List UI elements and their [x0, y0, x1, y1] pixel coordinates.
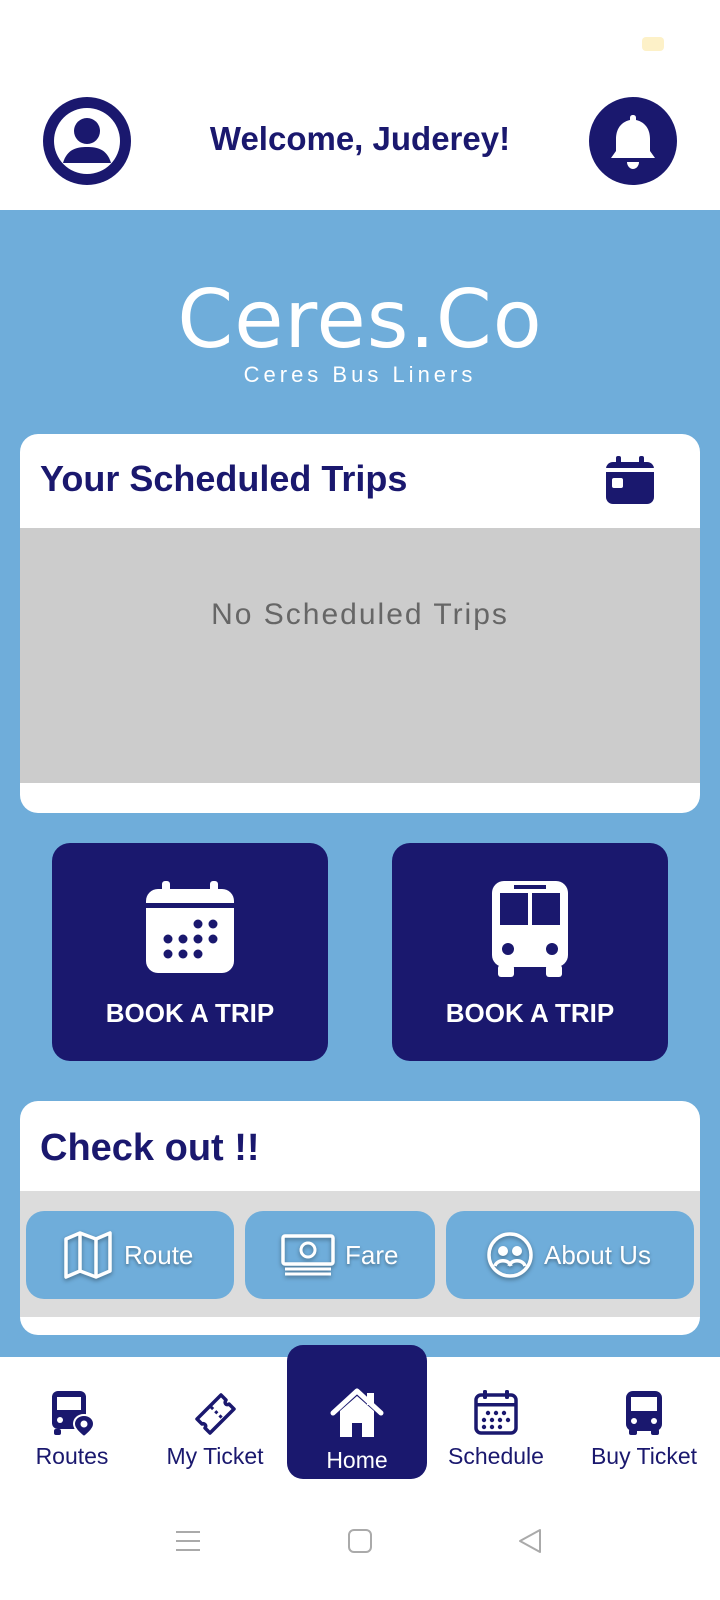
trips-empty-state: No Scheduled Trips — [20, 528, 700, 783]
nav-label-buy-ticket: Buy Ticket — [590, 1443, 698, 1469]
brand-logo: Ceres.Co Ceres Bus Liners — [0, 280, 720, 388]
nav-label-routes: Routes — [35, 1443, 109, 1469]
check-out-card: Check out !! Route Fare About Us — [20, 1101, 700, 1335]
fare-button[interactable]: Fare — [245, 1211, 435, 1299]
profile-button[interactable] — [43, 97, 131, 185]
logo-text: Ceres.Co — [177, 273, 543, 366]
home-icon — [330, 1388, 384, 1437]
scheduled-trips-card: Your Scheduled Trips No Scheduled Trips — [20, 434, 700, 813]
fare-label: Fare — [345, 1239, 399, 1270]
empty-trips-text: No Scheduled Trips — [211, 598, 509, 631]
status-bar — [0, 0, 720, 80]
status-indicator-icon — [642, 37, 664, 51]
map-icon — [64, 1231, 112, 1279]
calendar-icon — [474, 1390, 518, 1435]
book-trip-label: BOOK A TRIP — [445, 998, 615, 1028]
check-out-title: Check out !! — [40, 1127, 260, 1169]
nav-item-my-ticket[interactable]: My Ticket — [150, 1357, 280, 1487]
route-label: Route — [124, 1239, 194, 1270]
system-navigation-bar — [0, 1487, 720, 1600]
book-trip-label: BOOK A TRIP — [105, 998, 275, 1028]
scheduled-trips-title: Your Scheduled Trips — [40, 458, 408, 499]
bus-icon — [492, 881, 568, 977]
main-content: Ceres.Co Ceres Bus Liners Your Scheduled… — [0, 210, 720, 1357]
book-trip-bus-button[interactable]: BOOK A TRIP — [392, 843, 668, 1061]
ticket-icon — [195, 1393, 236, 1435]
user-circle-icon — [54, 108, 120, 174]
logo-tagline: Ceres Bus Liners — [243, 362, 477, 387]
book-trip-calendar-button[interactable]: BOOK A TRIP — [52, 843, 328, 1061]
back-icon[interactable] — [516, 1527, 544, 1555]
nav-label-my-ticket: My Ticket — [166, 1443, 264, 1469]
bottom-navigation: Routes My Ticket Home Schedule Buy Ticke… — [0, 1345, 720, 1487]
check-out-links: Route Fare About Us — [20, 1191, 700, 1317]
nav-item-schedule[interactable]: Schedule — [436, 1357, 556, 1487]
calendar-dots-icon — [146, 881, 234, 973]
about-us-button[interactable]: About Us — [446, 1211, 694, 1299]
route-button[interactable]: Route — [26, 1211, 234, 1299]
home-square-icon[interactable] — [346, 1527, 374, 1555]
bell-icon — [611, 115, 655, 169]
menu-icon[interactable] — [174, 1527, 202, 1555]
users-icon — [487, 1232, 533, 1278]
notifications-button[interactable] — [589, 97, 677, 185]
nav-item-routes[interactable]: Routes — [12, 1357, 132, 1487]
money-icon — [281, 1234, 335, 1276]
app-header: Welcome, Juderey! — [0, 80, 720, 210]
welcome-title: Welcome, Juderey! — [209, 120, 511, 157]
nav-label-home: Home — [326, 1447, 388, 1473]
calendar-icon[interactable] — [604, 456, 656, 508]
nav-label-schedule: Schedule — [448, 1443, 544, 1469]
bus-location-icon — [52, 1391, 96, 1437]
nav-item-home[interactable]: Home — [287, 1345, 427, 1479]
bus-icon — [626, 1391, 662, 1435]
nav-item-buy-ticket[interactable]: Buy Ticket — [576, 1357, 712, 1487]
about-us-label: About Us — [544, 1239, 651, 1270]
